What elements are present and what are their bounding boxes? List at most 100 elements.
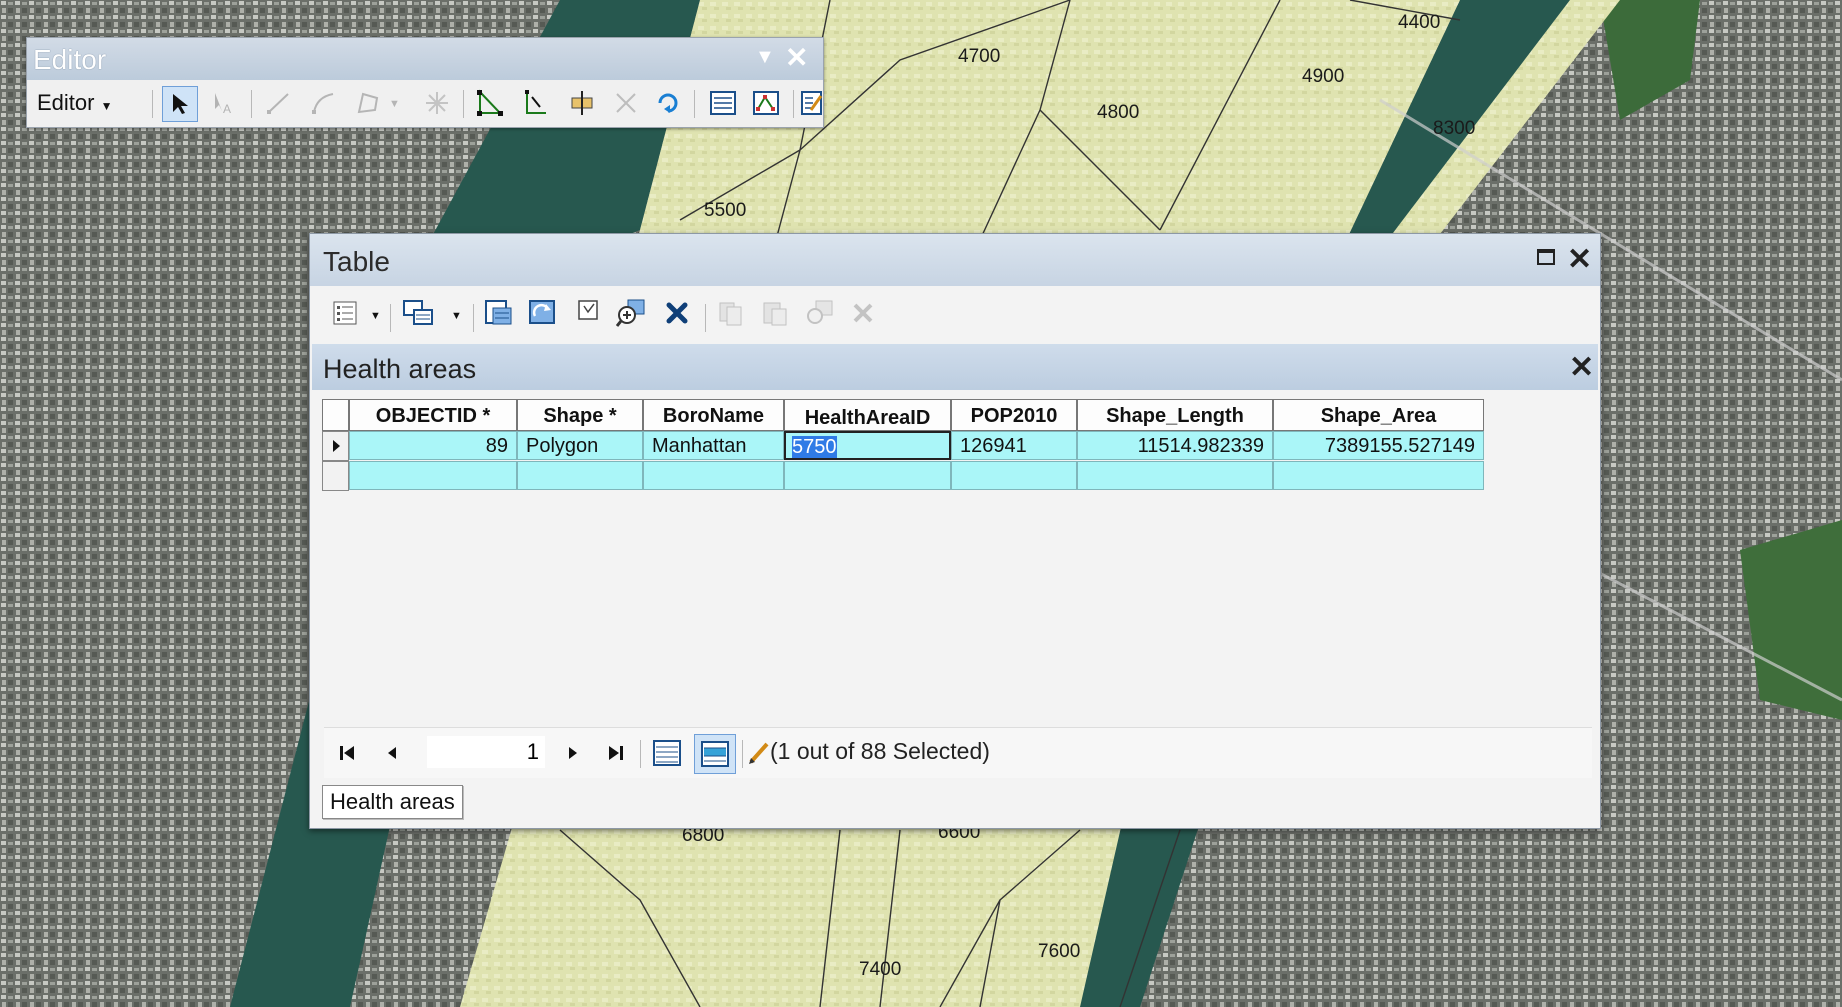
related-tables-icon[interactable]: [402, 296, 436, 330]
map-label: 7600: [1038, 941, 1081, 962]
table-window: Table ✕ ▼ ▼ Health areas ✕ OBJECTID * Sh…: [309, 233, 1601, 829]
table-cell[interactable]: [517, 461, 643, 490]
close-icon[interactable]: ✕: [1567, 242, 1592, 277]
toolbar-options-icon[interactable]: ▼: [755, 46, 775, 69]
selection-status: (1 out of 88 Selected): [770, 738, 990, 764]
table-cell[interactable]: [951, 461, 1077, 490]
toolbar-separator: [742, 740, 743, 768]
rotate-icon[interactable]: [651, 86, 685, 120]
reshape-feature-icon[interactable]: [519, 86, 553, 120]
table-toolbar: ▼ ▼: [310, 286, 1600, 340]
editor-toolbar: Editor ▼ ✕ Editor ▼ A ▼: [26, 37, 824, 128]
table-tab-health-areas[interactable]: Health areas: [322, 785, 463, 819]
map-label: 7400: [859, 959, 902, 980]
map-label: 5500: [704, 200, 747, 221]
table-cell[interactable]: 11514.982339: [1077, 431, 1273, 460]
table-tab-header: Health areas ✕: [312, 344, 1598, 390]
toolbar-separator: [390, 304, 391, 332]
first-record-icon[interactable]: [334, 740, 362, 766]
toolbar-separator: [152, 90, 153, 118]
selected-cell-text[interactable]: 5750: [792, 436, 837, 458]
close-icon[interactable]: ✕: [1569, 350, 1594, 385]
toolbar-separator: [463, 90, 464, 118]
select-by-attributes-icon[interactable]: [482, 296, 516, 330]
toolbar-separator: [640, 740, 641, 768]
cut-polygons-icon[interactable]: [565, 86, 599, 120]
edit-vertices-icon[interactable]: [473, 86, 507, 120]
pencil-icon: [748, 739, 770, 771]
row-selector[interactable]: [322, 431, 349, 461]
select-all-corner[interactable]: [322, 399, 349, 431]
show-all-records-icon[interactable]: [650, 736, 684, 770]
straight-segment-icon[interactable]: [262, 86, 296, 120]
previous-record-icon[interactable]: [378, 740, 406, 766]
table-title: Table: [323, 246, 390, 277]
attribute-grid: OBJECTID * Shape * BoroName HealthAreaID…: [322, 399, 1594, 779]
toolbar-separator: [473, 304, 474, 332]
zoom-to-selected-icon[interactable]: [614, 296, 648, 330]
table-cell[interactable]: [643, 461, 784, 490]
map-label: 4400: [1398, 12, 1441, 33]
clear-selection-icon[interactable]: [572, 294, 606, 328]
create-features-icon[interactable]: [801, 86, 823, 120]
column-header[interactable]: HealthAreaID: [784, 399, 951, 431]
editor-title-bar[interactable]: Editor ▼ ✕: [27, 38, 823, 80]
table-cell[interactable]: 89: [349, 431, 517, 460]
table-cell[interactable]: [349, 461, 517, 490]
sketch-properties-icon[interactable]: [749, 86, 783, 120]
toolbar-separator: [793, 90, 794, 118]
table-cell[interactable]: [784, 461, 951, 490]
table-cell[interactable]: Manhattan: [643, 431, 784, 460]
edit-annotation-icon[interactable]: A: [207, 86, 241, 120]
map-label: 8300: [1433, 118, 1476, 139]
table-tab-title: Health areas: [323, 354, 477, 384]
last-record-icon[interactable]: [601, 740, 629, 766]
toolbar-separator: [705, 304, 706, 332]
delete-icon: [846, 296, 880, 330]
editor-menu-label: Editor: [37, 90, 95, 115]
edit-tool-arrow-icon[interactable]: [162, 86, 198, 122]
map-label: 4800: [1097, 102, 1140, 123]
zoom-to-icon: [802, 296, 836, 330]
paste-icon: [758, 296, 792, 330]
chevron-down-icon[interactable]: ▼: [370, 310, 381, 322]
next-record-icon[interactable]: [559, 740, 587, 766]
map-label: 4900: [1302, 66, 1345, 87]
column-header[interactable]: Shape_Length: [1077, 399, 1273, 431]
column-header[interactable]: BoroName: [643, 399, 784, 431]
snap-icon[interactable]: [420, 86, 454, 120]
chevron-down-icon[interactable]: ▼: [389, 98, 400, 110]
chevron-down-icon: ▼: [100, 99, 113, 113]
svg-text:A: A: [223, 102, 231, 114]
delete-selected-icon[interactable]: [660, 296, 694, 330]
editor-title: Editor: [33, 44, 107, 75]
table-cell[interactable]: Polygon: [517, 431, 643, 460]
maximize-icon[interactable]: [1537, 249, 1555, 265]
split-icon[interactable]: [609, 86, 643, 120]
table-title-bar[interactable]: Table ✕: [310, 234, 1600, 286]
table-cell-editing[interactable]: 5750: [784, 431, 951, 460]
switch-selection-icon[interactable]: [526, 296, 560, 330]
table-cell[interactable]: 7389155.527149: [1273, 431, 1484, 460]
row-selector[interactable]: [322, 461, 349, 491]
column-header[interactable]: Shape *: [517, 399, 643, 431]
chevron-down-icon[interactable]: ▼: [451, 310, 462, 322]
table-cell[interactable]: [1273, 461, 1484, 490]
close-icon[interactable]: ✕: [785, 41, 808, 74]
table-options-icon[interactable]: [328, 296, 362, 330]
construction-tools-icon[interactable]: [351, 86, 385, 120]
table-cell[interactable]: 126941: [951, 431, 1077, 460]
table-cell[interactable]: [1077, 461, 1273, 490]
record-number-input[interactable]: [427, 736, 545, 768]
editor-menu-button[interactable]: Editor ▼: [37, 90, 113, 116]
record-navigation-bar: (1 out of 88 Selected): [324, 727, 1592, 778]
show-selected-records-icon[interactable]: [694, 734, 736, 774]
column-header[interactable]: OBJECTID *: [349, 399, 517, 431]
column-header[interactable]: Shape_Area: [1273, 399, 1484, 431]
curve-segment-icon[interactable]: [307, 86, 341, 120]
attributes-icon[interactable]: [706, 86, 740, 120]
column-header[interactable]: POP2010: [951, 399, 1077, 431]
map-label: 4700: [958, 46, 1001, 67]
toolbar-separator: [251, 90, 252, 118]
toolbar-separator: [694, 90, 695, 118]
